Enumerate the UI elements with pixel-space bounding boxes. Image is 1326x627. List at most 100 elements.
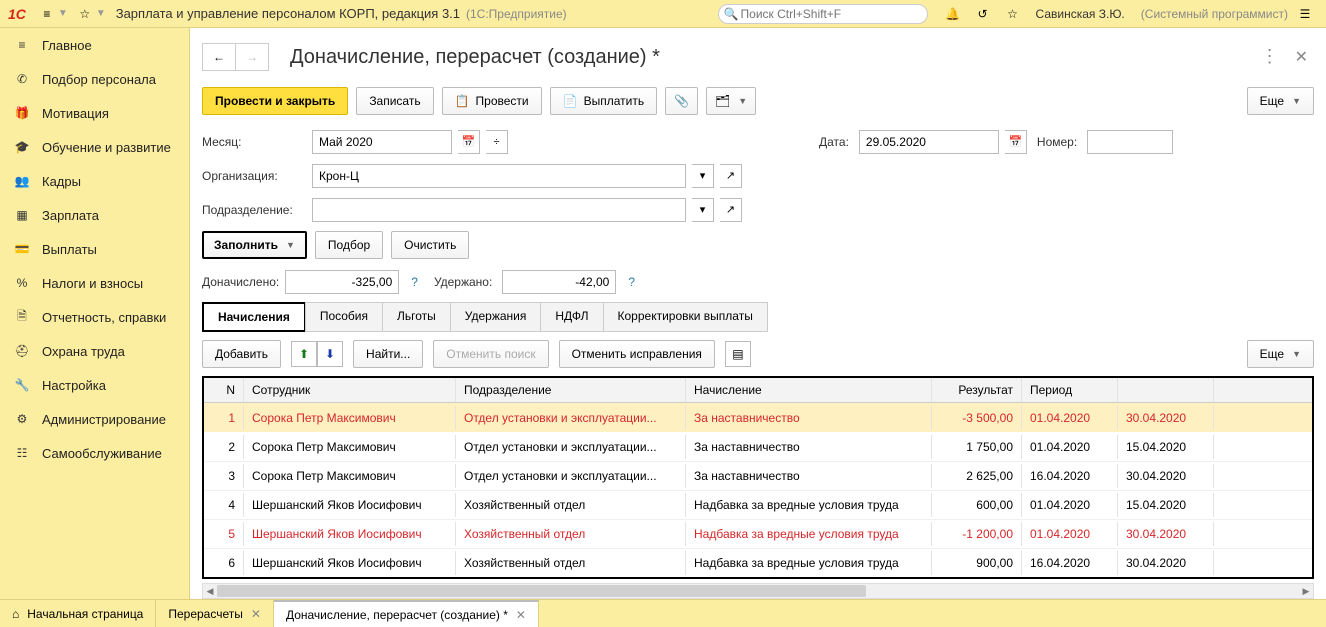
help-icon[interactable]: ? xyxy=(411,275,418,289)
sidebar-item-safety[interactable]: ⛑Охрана труда xyxy=(0,334,189,368)
close-icon[interactable]: ✕ xyxy=(1289,47,1314,67)
star-icon[interactable]: ☆ xyxy=(1003,4,1023,24)
more-button[interactable]: Еще▼ xyxy=(1247,87,1314,115)
post-and-close-button[interactable]: Провести и закрыть xyxy=(202,87,348,115)
cell-result: 600,00 xyxy=(932,493,1022,517)
col-result[interactable]: Результат xyxy=(932,378,1022,402)
open-icon[interactable]: ↗ xyxy=(720,198,742,222)
col-period[interactable]: Период xyxy=(1022,378,1118,402)
star-icon[interactable]: ☆ xyxy=(75,4,95,24)
sidebar-item-payments[interactable]: 💳Выплаты xyxy=(0,232,189,266)
open-icon[interactable]: ↗ xyxy=(720,164,742,188)
bottom-tab-document[interactable]: Доначисление, перерасчет (создание) * ✕ xyxy=(274,600,539,627)
sidebar-item-recruit[interactable]: ✆Подбор персонала xyxy=(0,62,189,96)
col-n[interactable]: N xyxy=(204,378,244,402)
org-input[interactable] xyxy=(312,164,686,188)
withheld-input[interactable] xyxy=(502,270,616,294)
add-button[interactable]: Добавить xyxy=(202,340,281,368)
tab-paycorr[interactable]: Корректировки выплаты xyxy=(603,302,768,332)
close-icon[interactable]: ✕ xyxy=(516,608,526,622)
table-row[interactable]: 1Сорока Петр МаксимовичОтдел установки и… xyxy=(204,403,1312,432)
grid-toolbar: Добавить ⬆ ⬇ Найти... Отменить поиск Отм… xyxy=(190,332,1326,376)
sidebar-item-salary[interactable]: ▦Зарплата xyxy=(0,198,189,232)
accrued-input[interactable] xyxy=(285,270,399,294)
move-down-button[interactable]: ⬇ xyxy=(317,341,343,367)
table-row[interactable]: 6Шершанский Яков ИосифовичХозяйственный … xyxy=(204,548,1312,577)
bell-icon[interactable]: 🔔 xyxy=(943,4,963,24)
find-button[interactable]: Найти... xyxy=(353,340,423,368)
dropdown-icon[interactable]: ▼ xyxy=(96,8,106,19)
scroll-right-icon[interactable]: ▶ xyxy=(1299,584,1313,598)
table-row[interactable]: 4Шершанский Яков ИосифовичХозяйственный … xyxy=(204,490,1312,519)
col-employee[interactable]: Сотрудник xyxy=(244,378,456,402)
kebab-icon[interactable]: ⋮ xyxy=(1261,47,1279,67)
sidebar-item-main[interactable]: ≡Главное xyxy=(0,28,189,62)
sidebar-item-admin[interactable]: ⚙Администрирование xyxy=(0,402,189,436)
sidebar-item-motivation[interactable]: 🎁Мотивация xyxy=(0,96,189,130)
sidebar-item-tax[interactable]: %Налоги и взносы xyxy=(0,266,189,300)
tab-ndfl[interactable]: НДФЛ xyxy=(540,302,603,332)
home-tab[interactable]: ⌂Начальная страница xyxy=(0,600,156,627)
table-row[interactable]: 5Шершанский Яков ИосифовичХозяйственный … xyxy=(204,519,1312,548)
cancel-fix-button[interactable]: Отменить исправления xyxy=(559,340,715,368)
cell-period-to: 30.04.2020 xyxy=(1118,406,1214,430)
sidebar-item-education[interactable]: 🎓Обучение и развитие xyxy=(0,130,189,164)
sidebar-item-selfservice[interactable]: ☷Самообслуживание xyxy=(0,436,189,470)
chevron-down-icon[interactable]: ▾ xyxy=(692,164,714,188)
tab-benefits[interactable]: Пособия xyxy=(305,302,383,332)
sidebar-item-reports[interactable]: 🗎Отчетность, справки xyxy=(0,300,189,334)
dep-input[interactable] xyxy=(312,198,686,222)
month-input[interactable] xyxy=(312,130,452,154)
attach-button[interactable]: 📎 xyxy=(665,87,698,115)
chevron-down-icon[interactable]: ▾ xyxy=(692,198,714,222)
columns-button[interactable]: ▤ xyxy=(725,341,751,367)
move-up-button[interactable]: ⬆ xyxy=(291,341,317,367)
tab-accruals[interactable]: Начисления xyxy=(202,302,306,332)
pay-button[interactable]: 📄Выплатить xyxy=(550,87,657,115)
fill-label: Заполнить xyxy=(214,238,278,252)
post-button[interactable]: 📋Провести xyxy=(442,87,542,115)
sidebar-item-settings[interactable]: 🔧Настройка xyxy=(0,368,189,402)
sidebar-item-hr[interactable]: 👥Кадры xyxy=(0,164,189,198)
tab-deductions[interactable]: Удержания xyxy=(450,302,542,332)
help-icon[interactable]: ? xyxy=(628,275,635,289)
options-icon[interactable]: ☰ xyxy=(1295,4,1315,24)
stepper-icon[interactable]: ÷ xyxy=(486,130,508,154)
cell-result: -1 200,00 xyxy=(932,522,1022,546)
bottom-tab-recalc[interactable]: Перерасчеты✕ xyxy=(156,600,274,627)
date-input[interactable] xyxy=(859,130,999,154)
number-input[interactable] xyxy=(1087,130,1173,154)
nav-forward-button[interactable]: → xyxy=(235,43,269,71)
user-name[interactable]: Савинская З.Ю. xyxy=(1036,7,1125,21)
grid-more-button[interactable]: Еще▼ xyxy=(1247,340,1314,368)
table-row[interactable]: 2Сорока Петр МаксимовичОтдел установки и… xyxy=(204,432,1312,461)
dropdown-icon[interactable]: ▼ xyxy=(58,8,68,19)
calendar-icon[interactable]: 📅 xyxy=(458,130,480,154)
col-department[interactable]: Подразделение xyxy=(456,378,686,402)
table-row[interactable]: 3Сорока Петр МаксимовичОтдел установки и… xyxy=(204,461,1312,490)
save-button[interactable]: Записать xyxy=(356,87,433,115)
nav-back-button[interactable]: ← xyxy=(202,43,236,71)
menu-icon[interactable]: ≡ xyxy=(37,4,57,24)
tab-label: Доначисление, перерасчет (создание) * xyxy=(286,608,508,622)
cancel-search-button[interactable]: Отменить поиск xyxy=(433,340,548,368)
month-label: Месяц: xyxy=(202,135,306,149)
col-accrual[interactable]: Начисление xyxy=(686,378,932,402)
sidebar-item-label: Мотивация xyxy=(42,106,109,121)
percent-icon: % xyxy=(14,275,30,291)
clear-button[interactable]: Очистить xyxy=(391,231,469,259)
accrued-label: Доначислено: xyxy=(202,275,279,289)
calendar-icon[interactable]: 📅 xyxy=(1005,130,1027,154)
history-icon[interactable]: ↺ xyxy=(973,4,993,24)
search-input[interactable] xyxy=(718,4,928,24)
pick-button[interactable]: Подбор xyxy=(315,231,383,259)
scroll-left-icon[interactable]: ◀ xyxy=(203,584,217,598)
col-period2[interactable] xyxy=(1118,378,1214,402)
close-icon[interactable]: ✕ xyxy=(251,607,261,621)
fill-button[interactable]: Заполнить▼ xyxy=(202,231,307,259)
basis-button[interactable]: 🗂▼ xyxy=(706,87,756,115)
tab-exemptions[interactable]: Льготы xyxy=(382,302,451,332)
scroll-thumb[interactable] xyxy=(217,585,866,597)
cell-n: 4 xyxy=(204,493,244,517)
horizontal-scrollbar[interactable]: ◀ ▶ xyxy=(202,583,1314,599)
